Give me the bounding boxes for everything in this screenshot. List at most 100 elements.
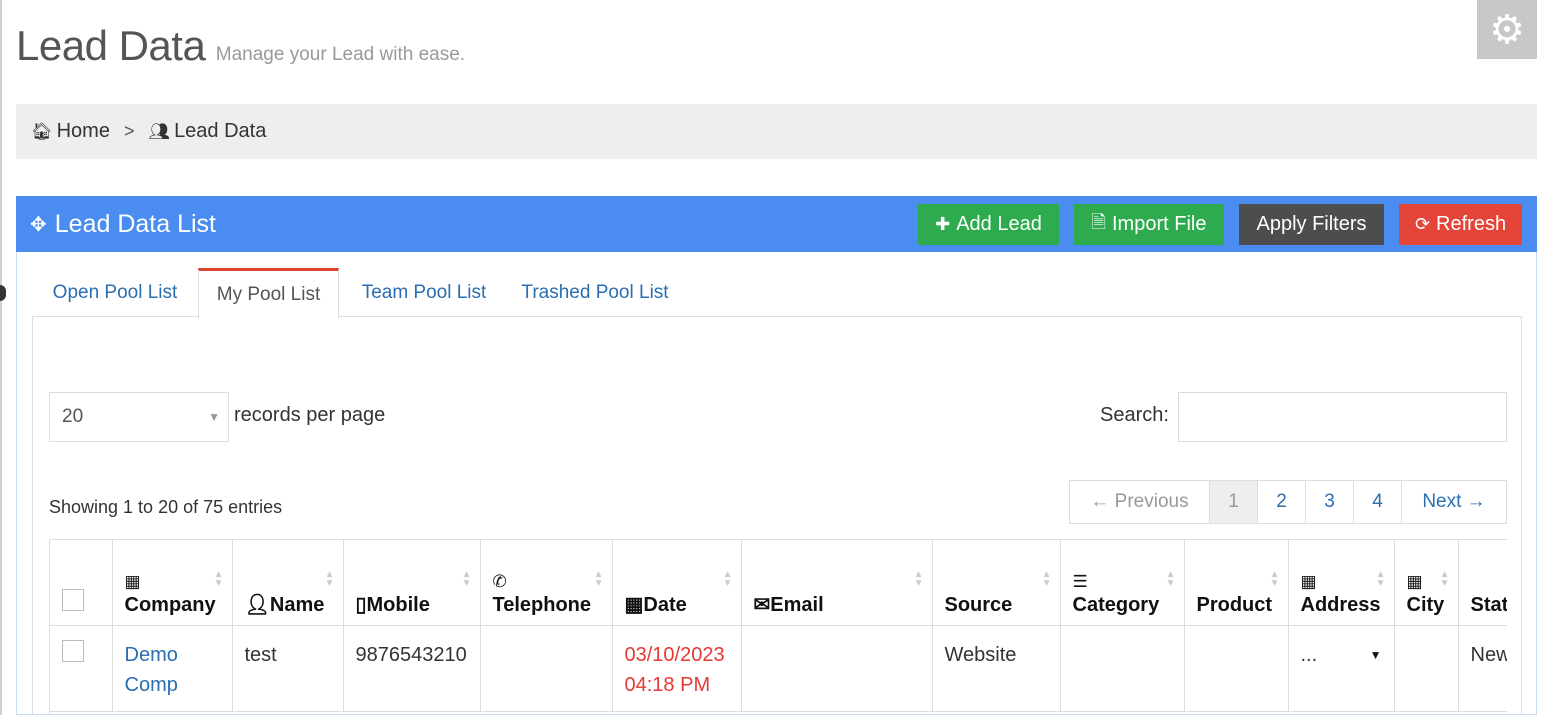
page-subtitle: Manage your Lead with ease. xyxy=(215,44,466,65)
column-status[interactable]: Stat xyxy=(1458,540,1507,626)
side-handle[interactable] xyxy=(0,285,6,301)
apply-filters-button[interactable]: Apply Filters xyxy=(1239,204,1384,245)
tab-open-pool[interactable]: Open Pool List xyxy=(32,268,198,317)
company-link[interactable]: Demo Comp xyxy=(125,644,178,696)
column-telephone[interactable]: ✆ Telephone ▲ ▼ xyxy=(480,540,613,626)
sort-icon: ▲ ▼ xyxy=(1041,569,1052,589)
portlet-title: Lead Data List xyxy=(54,209,216,238)
column-company[interactable]: ▦ Company ▲ ▼ xyxy=(112,540,233,626)
sort-icon: ▲ ▼ xyxy=(461,569,472,589)
apply-filters-label: Apply Filters xyxy=(1256,213,1367,235)
mobile-cell: 9876543210 xyxy=(343,625,481,712)
select-all-checkbox[interactable] xyxy=(62,588,84,611)
table-header-row: ▦ Company ▲ ▼ 👤︎Name ▲ ▼ ▯Mobile ▲ ▼ ✆ T… xyxy=(50,540,1507,626)
address-value: ... xyxy=(1300,643,1318,666)
sort-icon: ▲ ▼ xyxy=(722,569,733,589)
breadcrumb-current: Lead Data xyxy=(174,120,267,142)
page-1-button[interactable]: 1 xyxy=(1210,481,1258,523)
tab-content: 20 ▼ records per page Search: Showing 1 … xyxy=(32,317,1522,715)
search-input[interactable] xyxy=(1178,392,1507,442)
mobile-icon: ▯ xyxy=(355,593,367,616)
calendar-icon: ▦ xyxy=(624,593,644,616)
settings-button[interactable]: ⚙ xyxy=(1477,0,1537,59)
telephone-cell xyxy=(480,625,613,712)
sort-icon: ▲ ▼ xyxy=(1269,569,1280,589)
company-cell: Demo Comp xyxy=(112,625,233,712)
address-cell[interactable]: ... ▼ xyxy=(1288,625,1395,712)
date-cell: 03/10/2023 04:18 PM xyxy=(612,625,742,712)
page-3-button[interactable]: 3 xyxy=(1306,481,1354,523)
source-cell: Website xyxy=(932,625,1061,712)
file-icon: 🗎 xyxy=(1091,211,1106,232)
tab-trashed-pool[interactable]: Trashed Pool List xyxy=(509,268,681,317)
refresh-icon: ⟳ xyxy=(1414,214,1431,234)
table-row[interactable]: Demo Comp test 9876543210 03/10/2023 04:… xyxy=(50,625,1507,712)
import-file-button[interactable]: 🗎 Import File xyxy=(1074,204,1224,245)
tab-team-pool[interactable]: Team Pool List xyxy=(339,268,509,317)
import-file-label: Import File xyxy=(1112,213,1207,235)
column-email[interactable]: ✉Email ▲ ▼ xyxy=(741,540,933,626)
column-city[interactable]: ▦ City ▲ ▼ xyxy=(1394,540,1459,626)
list-icon: ☰ xyxy=(1072,571,1088,591)
lead-data-portlet: ✥ Lead Data List ✚ Add Lead 🗎 Import Fil… xyxy=(16,196,1537,715)
page-4-button[interactable]: 4 xyxy=(1354,481,1402,523)
page-title: Lead Data xyxy=(16,22,206,69)
records-per-page-select[interactable]: 20 ▼ xyxy=(49,392,229,442)
users-icon: 👥︎ xyxy=(148,121,171,141)
column-category[interactable]: ☰ Category ▲ ▼ xyxy=(1060,540,1185,626)
breadcrumb-separator: > xyxy=(123,121,135,141)
move-icon[interactable]: ✥ xyxy=(30,212,47,237)
sort-icon: ▲ ▼ xyxy=(593,569,604,589)
column-mobile[interactable]: ▯Mobile ▲ ▼ xyxy=(343,540,481,626)
building-icon: ▦ xyxy=(1300,571,1317,591)
page-header: Lead Data Manage your Lead with ease. xyxy=(16,22,465,70)
column-product[interactable]: Product ▲ ▼ xyxy=(1184,540,1289,626)
product-cell xyxy=(1184,625,1289,712)
caret-down-icon[interactable]: ▼ xyxy=(1370,640,1382,670)
column-address[interactable]: ▦ Address ▲ ▼ xyxy=(1288,540,1395,626)
column-name[interactable]: 👤︎Name ▲ ▼ xyxy=(232,540,344,626)
sort-icon: ▲ ▼ xyxy=(1375,569,1386,589)
chevron-down-icon: ▼ xyxy=(208,410,220,424)
status-cell: New xyxy=(1458,625,1507,712)
per-page-label: records per page xyxy=(234,404,386,426)
gear-icon: ⚙ xyxy=(1489,7,1525,52)
sort-icon: ▲ ▼ xyxy=(324,569,335,589)
portlet-header: ✥ Lead Data List ✚ Add Lead 🗎 Import Fil… xyxy=(16,196,1537,252)
plus-icon: ✚ xyxy=(935,214,951,234)
breadcrumb: 🏠︎ Home > 👥︎ Lead Data xyxy=(16,104,1537,159)
column-date[interactable]: ▦Date ▲ ▼ xyxy=(612,540,742,626)
tab-my-pool[interactable]: My Pool List xyxy=(198,268,339,318)
refresh-button[interactable]: ⟳ Refresh xyxy=(1399,204,1522,245)
add-lead-label: Add Lead xyxy=(956,213,1042,235)
page-2-button[interactable]: 2 xyxy=(1258,481,1306,523)
search-label: Search: xyxy=(1100,404,1169,426)
phone-icon: ✆ xyxy=(492,571,507,591)
category-cell xyxy=(1060,625,1185,712)
home-icon: 🏠︎ xyxy=(31,121,53,141)
next-page-button[interactable]: Next → xyxy=(1402,481,1506,523)
user-icon: 👤︎ xyxy=(244,593,270,616)
add-lead-button[interactable]: ✚ Add Lead xyxy=(918,204,1059,245)
per-page-value: 20 xyxy=(62,406,84,427)
refresh-label: Refresh xyxy=(1436,213,1507,235)
sort-icon: ▲ ▼ xyxy=(913,569,924,589)
breadcrumb-home[interactable]: Home xyxy=(57,120,110,143)
leads-table-wrapper: ▦ Company ▲ ▼ 👤︎Name ▲ ▼ ▯Mobile ▲ ▼ ✆ T… xyxy=(49,539,1507,715)
select-all-header xyxy=(50,540,113,626)
column-source[interactable]: Source ▲ ▼ xyxy=(932,540,1061,626)
row-checkbox[interactable] xyxy=(62,639,84,662)
name-cell: test xyxy=(232,625,344,712)
date-value: 03/10/2023 xyxy=(624,643,725,666)
sort-icon: ▲ ▼ xyxy=(213,569,224,589)
left-border xyxy=(0,0,2,715)
building-icon: ▦ xyxy=(124,571,141,591)
leads-table: ▦ Company ▲ ▼ 👤︎Name ▲ ▼ ▯Mobile ▲ ▼ ✆ T… xyxy=(50,540,1507,712)
envelope-icon: ✉ xyxy=(753,593,771,616)
pagination: ← Previous 1 2 3 4 Next → xyxy=(1069,480,1507,524)
pool-tabs: Open Pool List My Pool List Team Pool Li… xyxy=(32,268,1522,318)
showing-entries-info: Showing 1 to 20 of 75 entries xyxy=(49,497,283,517)
city-cell xyxy=(1394,625,1459,712)
sort-icon: ▲ ▼ xyxy=(1439,569,1450,589)
previous-page-button[interactable]: ← Previous xyxy=(1070,481,1210,523)
